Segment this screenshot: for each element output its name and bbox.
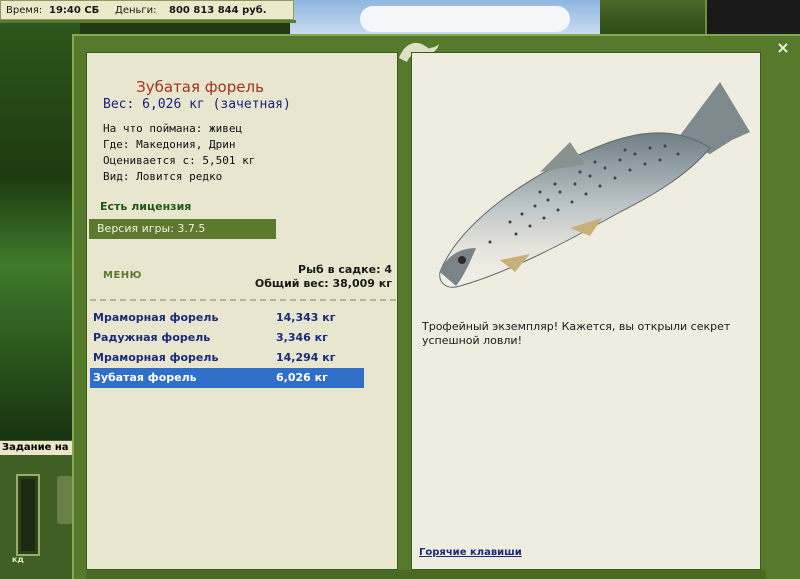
catch-row[interactable]: Мраморная форель 14,343 кг bbox=[90, 308, 366, 328]
menu-button[interactable]: МЕНЮ bbox=[103, 270, 142, 281]
money-value: 800 813 844 руб. bbox=[169, 5, 267, 16]
close-button[interactable]: × bbox=[774, 39, 792, 57]
catch-weight: 14,294 кг bbox=[276, 351, 336, 364]
catch-list: Мраморная форель 14,343 кг Радужная форе… bbox=[90, 308, 366, 388]
version-badge: Версия игры: 3.7.5 bbox=[89, 219, 276, 239]
catch-name: Мраморная форель bbox=[93, 311, 219, 324]
detail-min-weight: Оценивается с: 5,501 кг bbox=[103, 154, 256, 167]
money-label: Деньги: bbox=[115, 5, 157, 16]
catch-weight: 3,346 кг bbox=[276, 331, 328, 344]
catch-weight: 6,026 кг bbox=[276, 371, 328, 384]
side-control[interactable] bbox=[57, 476, 73, 524]
catch-row[interactable]: Мраморная форель 14,294 кг bbox=[90, 348, 366, 368]
catch-row-selected[interactable]: Зубатая форель 6,026 кг bbox=[90, 368, 364, 388]
fish-eye bbox=[458, 256, 466, 264]
detail-location: Где: Македония, Дрин bbox=[103, 138, 236, 151]
cage-summary: Рыб в садке: 4 Общий вес: 38,009 кг bbox=[255, 263, 392, 291]
dialog-bottom-edge bbox=[86, 570, 766, 579]
gauge-label: кд bbox=[12, 555, 24, 564]
fish-weight: Вес: 6,026 кг (зачетная) bbox=[103, 97, 291, 112]
catch-name: Зубатая форель bbox=[93, 371, 197, 384]
hotkeys-link[interactable]: Горячие клавиши bbox=[419, 547, 522, 558]
status-bar-underline bbox=[0, 20, 296, 23]
catch-name: Мраморная форель bbox=[93, 351, 219, 364]
fish-description: Трофейный экземпляр! Кажется, вы открыли… bbox=[422, 320, 731, 347]
time-label: Время: bbox=[6, 5, 43, 16]
catch-weight: 14,343 кг bbox=[276, 311, 336, 324]
dashed-divider bbox=[90, 299, 396, 301]
detail-rarity: Вид: Ловится редко bbox=[103, 170, 223, 183]
line-tension-gauge bbox=[16, 474, 40, 556]
fish-name-title: Зубатая форель bbox=[136, 78, 264, 96]
cage-count: Рыб в садке: 4 bbox=[298, 263, 392, 276]
detail-bait: На что поймана: живец bbox=[103, 122, 243, 135]
trout-illustration bbox=[439, 82, 750, 288]
catch-row[interactable]: Радужная форель 3,346 кг bbox=[90, 328, 366, 348]
top-right-panel bbox=[705, 0, 800, 34]
status-bar: Время: 19:40 СБ Деньги: 800 813 844 руб. bbox=[0, 0, 294, 20]
time-value: 19:40 СБ bbox=[49, 5, 100, 16]
cloud-backdrop bbox=[360, 6, 570, 32]
catch-name: Радужная форель bbox=[93, 331, 211, 344]
hill-backdrop bbox=[600, 0, 710, 34]
cage-total-weight: Общий вес: 38,009 кг bbox=[254, 277, 392, 290]
task-label[interactable]: Задание на тур bbox=[0, 441, 80, 455]
fish-details: На что поймана: живец Где: Македония, Др… bbox=[103, 121, 255, 185]
gauge-fill bbox=[21, 479, 35, 551]
forest-backdrop bbox=[0, 0, 80, 440]
license-status: Есть лицензия bbox=[100, 200, 192, 213]
